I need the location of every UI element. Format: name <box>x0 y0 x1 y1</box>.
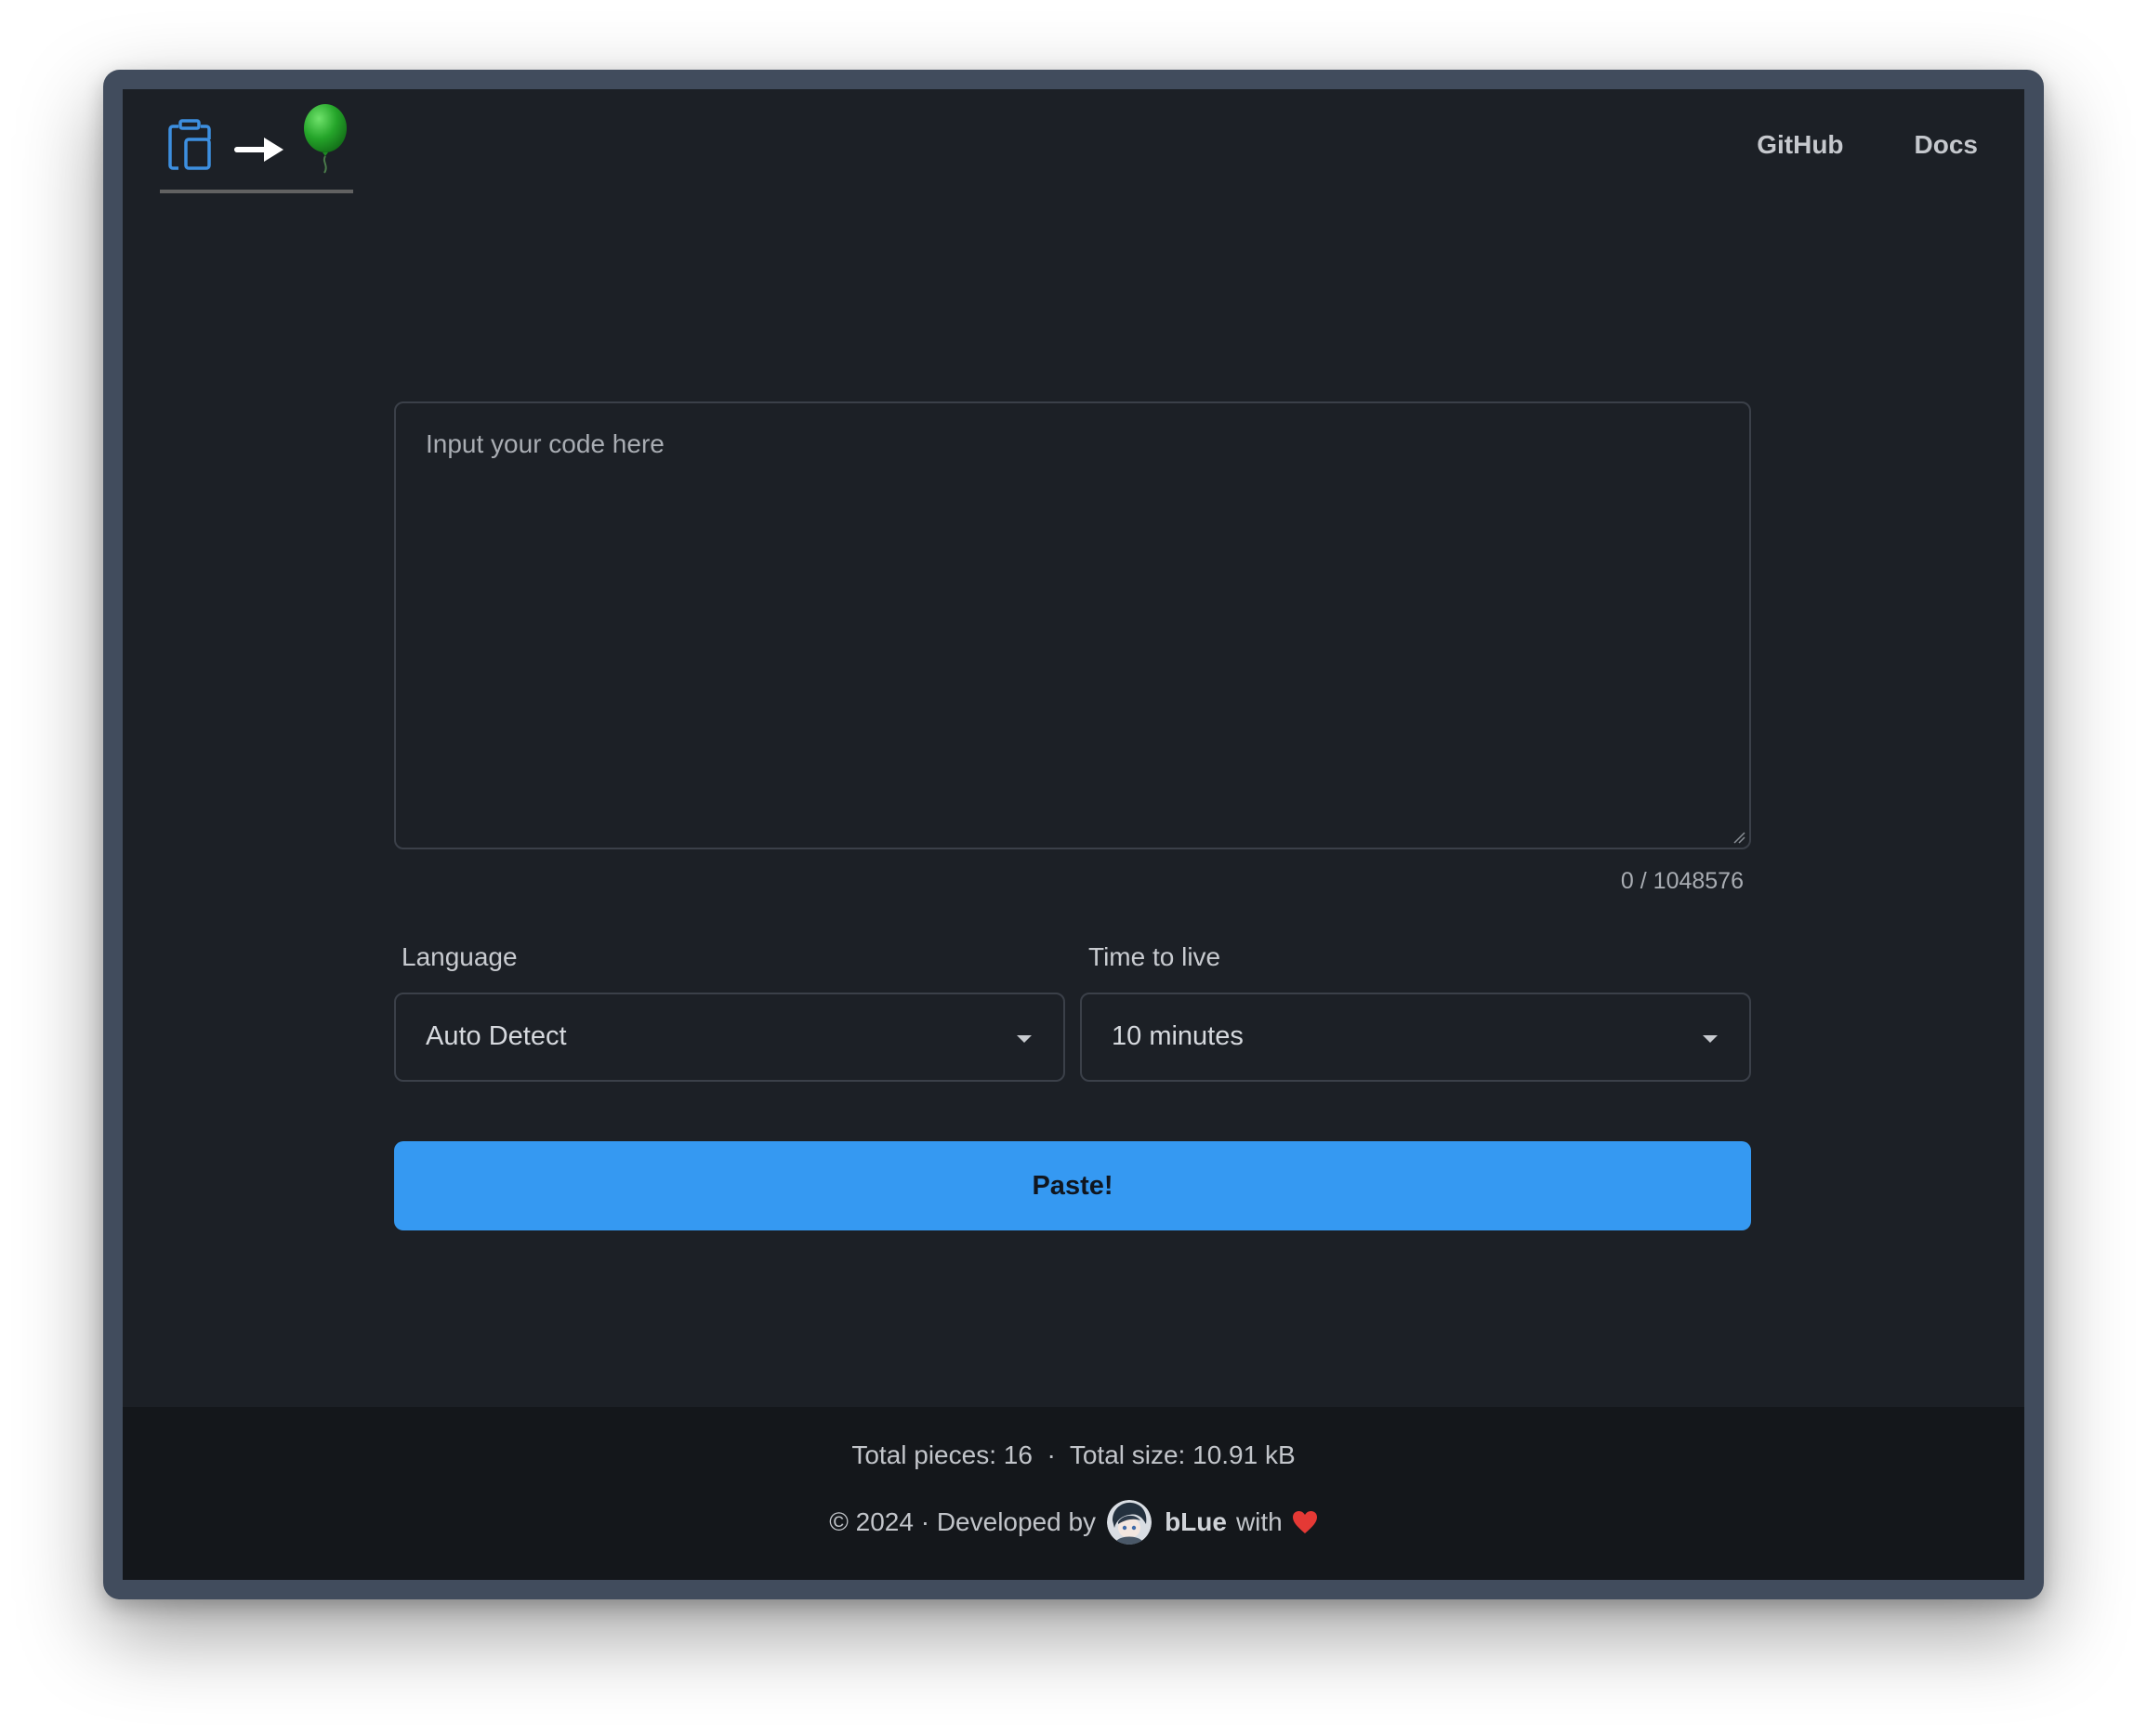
character-counter: 0 / 1048576 <box>1620 868 1744 894</box>
credit-suffix: with <box>1235 1507 1283 1536</box>
heart-icon <box>1292 1511 1317 1533</box>
balloon-icon <box>304 104 347 174</box>
ttl-label: Time to live <box>1088 942 1221 971</box>
chevron-down-icon <box>1017 1035 1032 1043</box>
language-label: Language <box>402 942 518 971</box>
language-select[interactable]: Auto Detect <box>394 993 1065 1082</box>
paste-button[interactable]: Paste! <box>394 1141 1751 1230</box>
app-window: GitHub Docs 0 / 1048576 Language Auto De… <box>123 89 2024 1580</box>
ttl-select[interactable]: 10 minutes <box>1080 993 1751 1082</box>
logo-underline <box>160 190 353 193</box>
credit-prefix: © 2024 · Developed by <box>829 1507 1097 1536</box>
footer-stats: Total pieces: 16 · Total size: 10.91 kB <box>851 1440 1296 1469</box>
author-avatar[interactable] <box>1107 1500 1153 1545</box>
footer: Total pieces: 16 · Total size: 10.91 kB … <box>123 1407 2024 1580</box>
nav-github-link[interactable]: GitHub <box>1757 130 1843 160</box>
nav-docs-link[interactable]: Docs <box>1915 130 1978 160</box>
chevron-down-icon <box>1703 1035 1718 1043</box>
footer-credit: © 2024 · Developed by bLue with <box>123 1500 2024 1545</box>
code-input[interactable] <box>396 403 1749 848</box>
clipboard-icon <box>168 119 211 170</box>
top-nav: GitHub Docs <box>1757 130 1978 160</box>
author-link[interactable]: bLue <box>1165 1507 1227 1537</box>
code-input-container <box>394 401 1751 849</box>
ttl-selected-value: 10 minutes <box>1112 1021 1244 1051</box>
language-selected-value: Auto Detect <box>426 1021 567 1051</box>
resize-handle-icon[interactable] <box>1732 831 1745 844</box>
arrow-right-icon <box>234 138 283 162</box>
